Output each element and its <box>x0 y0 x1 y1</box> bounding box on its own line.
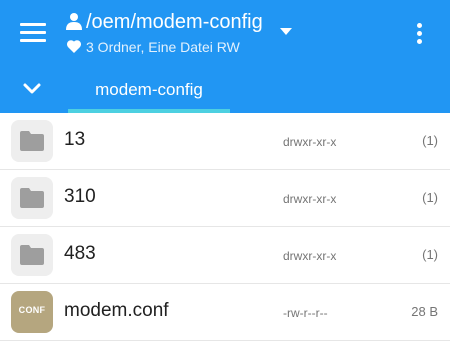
user-icon <box>66 13 82 30</box>
list-item[interactable]: 13 drwxr-xr-x (1) <box>0 113 450 170</box>
folder-icon <box>11 177 53 219</box>
tab-label: modem-config <box>95 80 203 99</box>
file-permissions: -rw-r--r-- <box>283 306 328 320</box>
file-size: (1) <box>422 190 438 205</box>
list-item[interactable]: 310 drwxr-xr-x (1) <box>0 170 450 227</box>
app-bar: /oem/modem-config 3 Ordner, Eine Datei R… <box>0 0 450 113</box>
folder-icon <box>11 234 53 276</box>
folder-summary: 3 Ordner, Eine Datei RW <box>86 39 240 55</box>
file-size: (1) <box>422 133 438 148</box>
file-name: 310 <box>64 186 96 207</box>
file-name: 483 <box>64 243 96 264</box>
chevron-down-icon[interactable] <box>22 82 42 96</box>
dropdown-arrow-icon[interactable] <box>280 28 292 35</box>
file-permissions: drwxr-xr-x <box>283 249 337 263</box>
list-item[interactable]: CONF modem.conf -rw-r--r-- 28 B <box>0 284 450 341</box>
conf-file-icon: CONF <box>11 291 53 333</box>
heart-icon <box>67 40 81 53</box>
file-size: 28 B <box>411 304 438 319</box>
file-name: modem.conf <box>64 300 169 321</box>
hamburger-menu-icon[interactable] <box>20 23 46 43</box>
file-list: 13 drwxr-xr-x (1) 310 drwxr-xr-x (1) 483… <box>0 113 450 347</box>
file-name: 13 <box>64 129 86 150</box>
list-item[interactable]: 483 drwxr-xr-x (1) <box>0 227 450 284</box>
path-title[interactable]: /oem/modem-config <box>86 9 263 35</box>
file-permissions: drwxr-xr-x <box>283 192 337 206</box>
tab-modem-config[interactable]: modem-config <box>68 72 230 113</box>
file-type-label: CONF <box>18 305 46 315</box>
overflow-menu-icon[interactable] <box>416 22 424 46</box>
folder-icon <box>11 120 53 162</box>
file-permissions: drwxr-xr-x <box>283 135 337 149</box>
file-size: (1) <box>422 247 438 262</box>
